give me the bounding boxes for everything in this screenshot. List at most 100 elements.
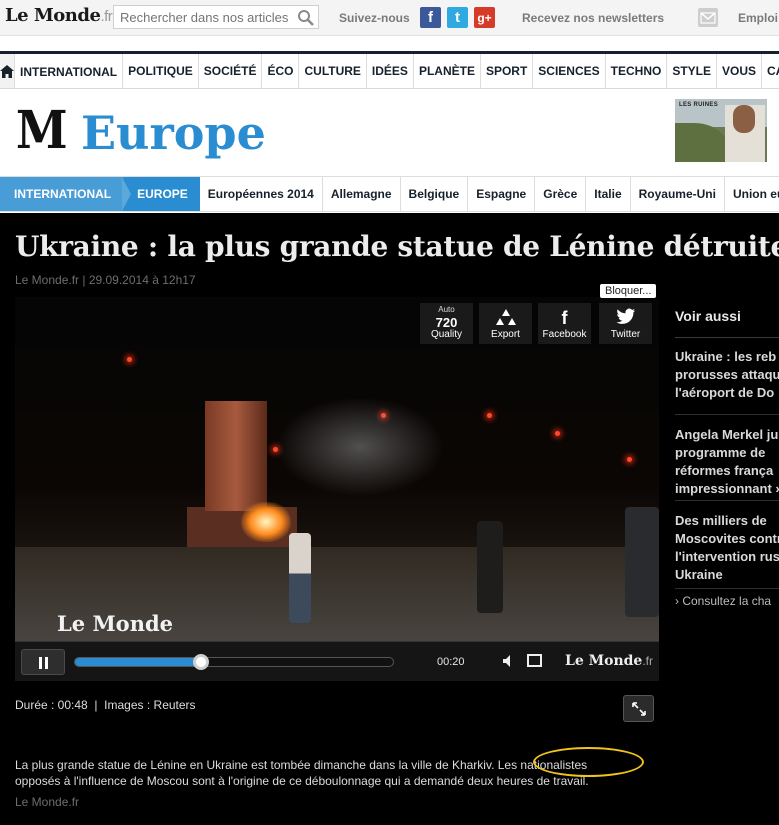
player-logo-text: Le Monde (565, 653, 643, 669)
nav-item-style[interactable]: STYLE (667, 54, 717, 88)
related-link-line: prorusses attaqu (675, 367, 779, 382)
player-logo-suffix: .fr (642, 654, 654, 668)
twitter-icon (599, 308, 652, 329)
emploi-link[interactable]: Emploi (738, 11, 778, 25)
street-lamp (555, 431, 560, 436)
nav-item-eco[interactable]: ÉCO (262, 54, 300, 88)
article-byline: Le Monde.fr | 29.09.2014 à 12h17 (15, 273, 196, 287)
related-link-line: Ukraine (675, 567, 723, 582)
statue (205, 401, 267, 511)
video-player[interactable]: Le Monde Auto 720 Quality Export f Faceb… (15, 297, 659, 681)
nav-item-planete[interactable]: PLANÈTE (414, 54, 481, 88)
related-link-line: Des milliers de (675, 513, 767, 528)
home-icon[interactable] (0, 54, 15, 88)
top-bar: Le Monde.fr Suivez-nous f t g+ Recevez n… (0, 0, 779, 36)
street-lamp (487, 413, 492, 418)
highlight-annotation (533, 747, 644, 777)
subnav-item-espagne[interactable]: Espagne (468, 177, 536, 211)
street-lamp (127, 357, 132, 362)
facebook-share-button[interactable]: f Facebook (538, 303, 591, 344)
video-frame[interactable]: Le Monde Auto 720 Quality Export f Faceb… (15, 297, 659, 641)
expand-icon[interactable] (623, 695, 654, 722)
volume-icon[interactable] (503, 655, 517, 670)
masthead-logo[interactable]: M (16, 105, 68, 157)
article: Ukraine : la plus grande statue de Lénin… (0, 213, 779, 825)
block-popup-button[interactable]: Bloquer... (600, 284, 657, 298)
breadcrumb-europe[interactable]: EUROPE (122, 177, 200, 211)
twitter-icon[interactable]: t (447, 7, 468, 28)
googleplus-icon[interactable]: g+ (474, 7, 495, 28)
quality-value: 720 (435, 315, 458, 330)
ad-text: LES RUINES (679, 102, 719, 108)
video-watermark: Le Monde (57, 611, 174, 636)
nav-item-sport[interactable]: SPORT (481, 54, 534, 88)
related-link[interactable]: Ukraine : les reb prorusses attaqu l'aér… (675, 348, 779, 402)
site-logo[interactable]: Le Monde.fr (5, 5, 113, 26)
fullscreen-icon[interactable] (527, 654, 542, 667)
main-navigation: INTERNATIONAL POLITIQUE SOCIÉTÉ ÉCO CULT… (0, 51, 779, 89)
street-lamp (627, 457, 632, 462)
search-box (113, 5, 319, 29)
facebook-icon[interactable]: f (420, 7, 441, 28)
article-headline: Ukraine : la plus grande statue de Lénin… (15, 230, 779, 263)
subnav-item-italie[interactable]: Italie (586, 177, 631, 211)
pause-button[interactable] (21, 649, 65, 675)
sidebar-title: Voir aussi (675, 298, 779, 338)
consult-chronology-link[interactable]: › Consultez la cha (675, 594, 771, 608)
facebook-icon: f (561, 308, 568, 328)
nav-item-campus[interactable]: CAMP (762, 54, 779, 88)
person-figure (477, 521, 503, 613)
follow-label: Suivez-nous (339, 11, 410, 25)
subnav-item-royaume-uni[interactable]: Royaume-Uni (631, 177, 725, 211)
nav-item-vous[interactable]: VOUS (717, 54, 763, 88)
subnav-item-grece[interactable]: Grèce (535, 177, 587, 211)
nav-item-politique[interactable]: POLITIQUE (123, 54, 199, 88)
nav-item-societe[interactable]: SOCIÉTÉ (199, 54, 263, 88)
sidebar-voir-aussi: Voir aussi Ukraine : les reb prorusses a… (675, 298, 779, 825)
nav-item-international[interactable]: INTERNATIONAL (15, 54, 124, 88)
player-logo: Le Monde.fr (565, 653, 653, 669)
search-icon[interactable] (297, 9, 314, 26)
ad-face (733, 105, 755, 133)
nav-item-culture[interactable]: CULTURE (299, 54, 367, 88)
subnav-item-union-europeenne[interactable]: Union euro (725, 177, 779, 211)
subnav-item-allemagne[interactable]: Allemagne (323, 177, 401, 211)
related-link[interactable]: Angela Merkel ju programme de réformes f… (675, 426, 779, 498)
quality-button[interactable]: Auto 720 Quality (420, 303, 473, 344)
related-link-line: Ukraine : les reb (675, 349, 777, 364)
nav-item-sciences[interactable]: SCIENCES (533, 54, 606, 88)
related-link-line: Moscovites contr (675, 531, 779, 546)
person-figure (625, 507, 659, 617)
related-link-line: l'aéroport de Do (675, 385, 775, 400)
section-header: M Europe LES RUINES (0, 95, 779, 175)
person-figure (289, 533, 311, 623)
subnav-item-europeennes[interactable]: Européennes 2014 (200, 177, 323, 211)
advertisement[interactable]: LES RUINES (675, 99, 767, 162)
nav-item-techno[interactable]: TECHNO (606, 54, 668, 88)
breadcrumb-international[interactable]: INTERNATIONAL (0, 177, 124, 211)
related-link-line: programme de (675, 445, 766, 460)
related-link[interactable]: Des milliers de Moscovites contr l'inter… (675, 512, 779, 584)
search-input[interactable] (120, 10, 290, 25)
divider (675, 414, 779, 415)
logo-suffix: .fr (100, 8, 113, 25)
quality-label: Quality (430, 329, 463, 340)
twitter-share-button[interactable]: Twitter (599, 303, 652, 344)
progress-fill (75, 658, 203, 666)
mail-icon[interactable] (698, 8, 718, 27)
progress-bar[interactable] (74, 657, 394, 667)
newsletter-link[interactable]: Recevez nos newsletters (522, 11, 664, 25)
export-label: Export (491, 329, 520, 340)
smoke (275, 397, 445, 497)
progress-handle[interactable] (193, 654, 210, 670)
caption-source: Le Monde.fr (15, 795, 80, 809)
export-button[interactable]: Export (479, 303, 532, 344)
export-icon (479, 308, 532, 330)
subnav-item-belgique[interactable]: Belgique (401, 177, 469, 211)
related-link-line: impressionnant » (675, 481, 779, 496)
video-controls: 00:20 Le Monde.fr (15, 641, 659, 681)
current-time: 00:20 (437, 656, 465, 668)
caption-line: opposés à l'influence de Moscou sont à l… (15, 774, 589, 788)
nav-item-idees[interactable]: IDÉES (367, 54, 414, 88)
related-link-line: l'intervention rus (675, 549, 779, 564)
